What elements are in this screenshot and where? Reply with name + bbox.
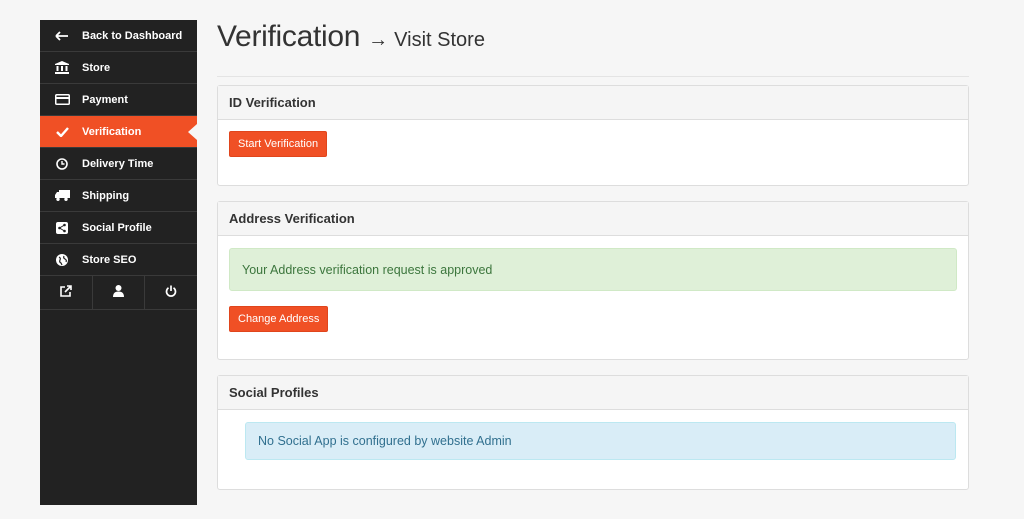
main-content: Verification → Visit Store ID Verificati… (217, 20, 969, 490)
no-social-app-alert: No Social App is configured by website A… (245, 422, 956, 460)
id-verification-panel: ID Verification Start Verification (217, 85, 969, 186)
credit-card-icon (48, 94, 76, 105)
panel-body: No Social App is configured by website A… (218, 410, 968, 489)
visit-store-link[interactable] (40, 276, 93, 309)
share-icon (48, 221, 76, 234)
sidebar-item-label: Delivery Time (82, 157, 154, 170)
sidebar-item-label: Back to Dashboard (82, 29, 183, 42)
sidebar-item-back-to-dashboard[interactable]: Back to Dashboard (40, 20, 197, 52)
sidebar-item-label: Payment (82, 93, 128, 106)
panel-body: Your Address verification request is app… (218, 236, 968, 359)
dashboard-sidebar: Back to Dashboard Store Payment Verifica… (40, 20, 197, 505)
globe-icon (48, 253, 76, 266)
visit-store-link[interactable]: Visit Store (394, 29, 485, 52)
user-icon (113, 284, 124, 302)
external-link-icon (60, 284, 72, 302)
sidebar-item-delivery-time[interactable]: Delivery Time (40, 148, 197, 180)
sidebar-item-label: Social Profile (82, 221, 152, 234)
panel-heading: Social Profiles (218, 376, 968, 410)
sidebar-item-store-seo[interactable]: Store SEO (40, 244, 197, 276)
sidebar-item-payment[interactable]: Payment (40, 84, 197, 116)
change-address-button[interactable]: Change Address (229, 306, 329, 332)
profile-link[interactable] (93, 276, 146, 309)
sidebar-item-label: Verification (82, 125, 142, 138)
sidebar-item-shipping[interactable]: Shipping (40, 180, 197, 212)
arrow-left-icon (48, 30, 76, 41)
sidebar-item-label: Store SEO (82, 253, 137, 266)
address-verification-panel: Address Verification Your Address verifi… (217, 201, 969, 360)
logout-link[interactable] (145, 276, 197, 309)
panel-body: Start Verification (218, 120, 968, 185)
check-icon (48, 126, 76, 137)
sidebar-item-social-profile[interactable]: Social Profile (40, 212, 197, 244)
sidebar-item-label: Shipping (82, 189, 130, 202)
sidebar-item-label: Store (82, 61, 111, 74)
page-title: Verification (217, 20, 361, 53)
power-icon (165, 284, 177, 302)
page-header: Verification → Visit Store (217, 20, 969, 77)
sidebar-item-store[interactable]: Store (40, 52, 197, 84)
truck-icon (48, 190, 76, 201)
social-profiles-panel: Social Profiles No Social App is configu… (217, 375, 969, 490)
clock-icon (48, 157, 76, 170)
sidebar-item-verification[interactable]: Verification (40, 116, 197, 148)
panel-heading: Address Verification (218, 202, 968, 236)
start-verification-button[interactable]: Start Verification (229, 131, 328, 157)
sidebar-footer (40, 276, 197, 310)
arrow-right-icon: → (368, 29, 389, 51)
address-approved-alert: Your Address verification request is app… (229, 248, 957, 291)
bank-icon (48, 61, 76, 74)
panel-heading: ID Verification (218, 86, 968, 120)
